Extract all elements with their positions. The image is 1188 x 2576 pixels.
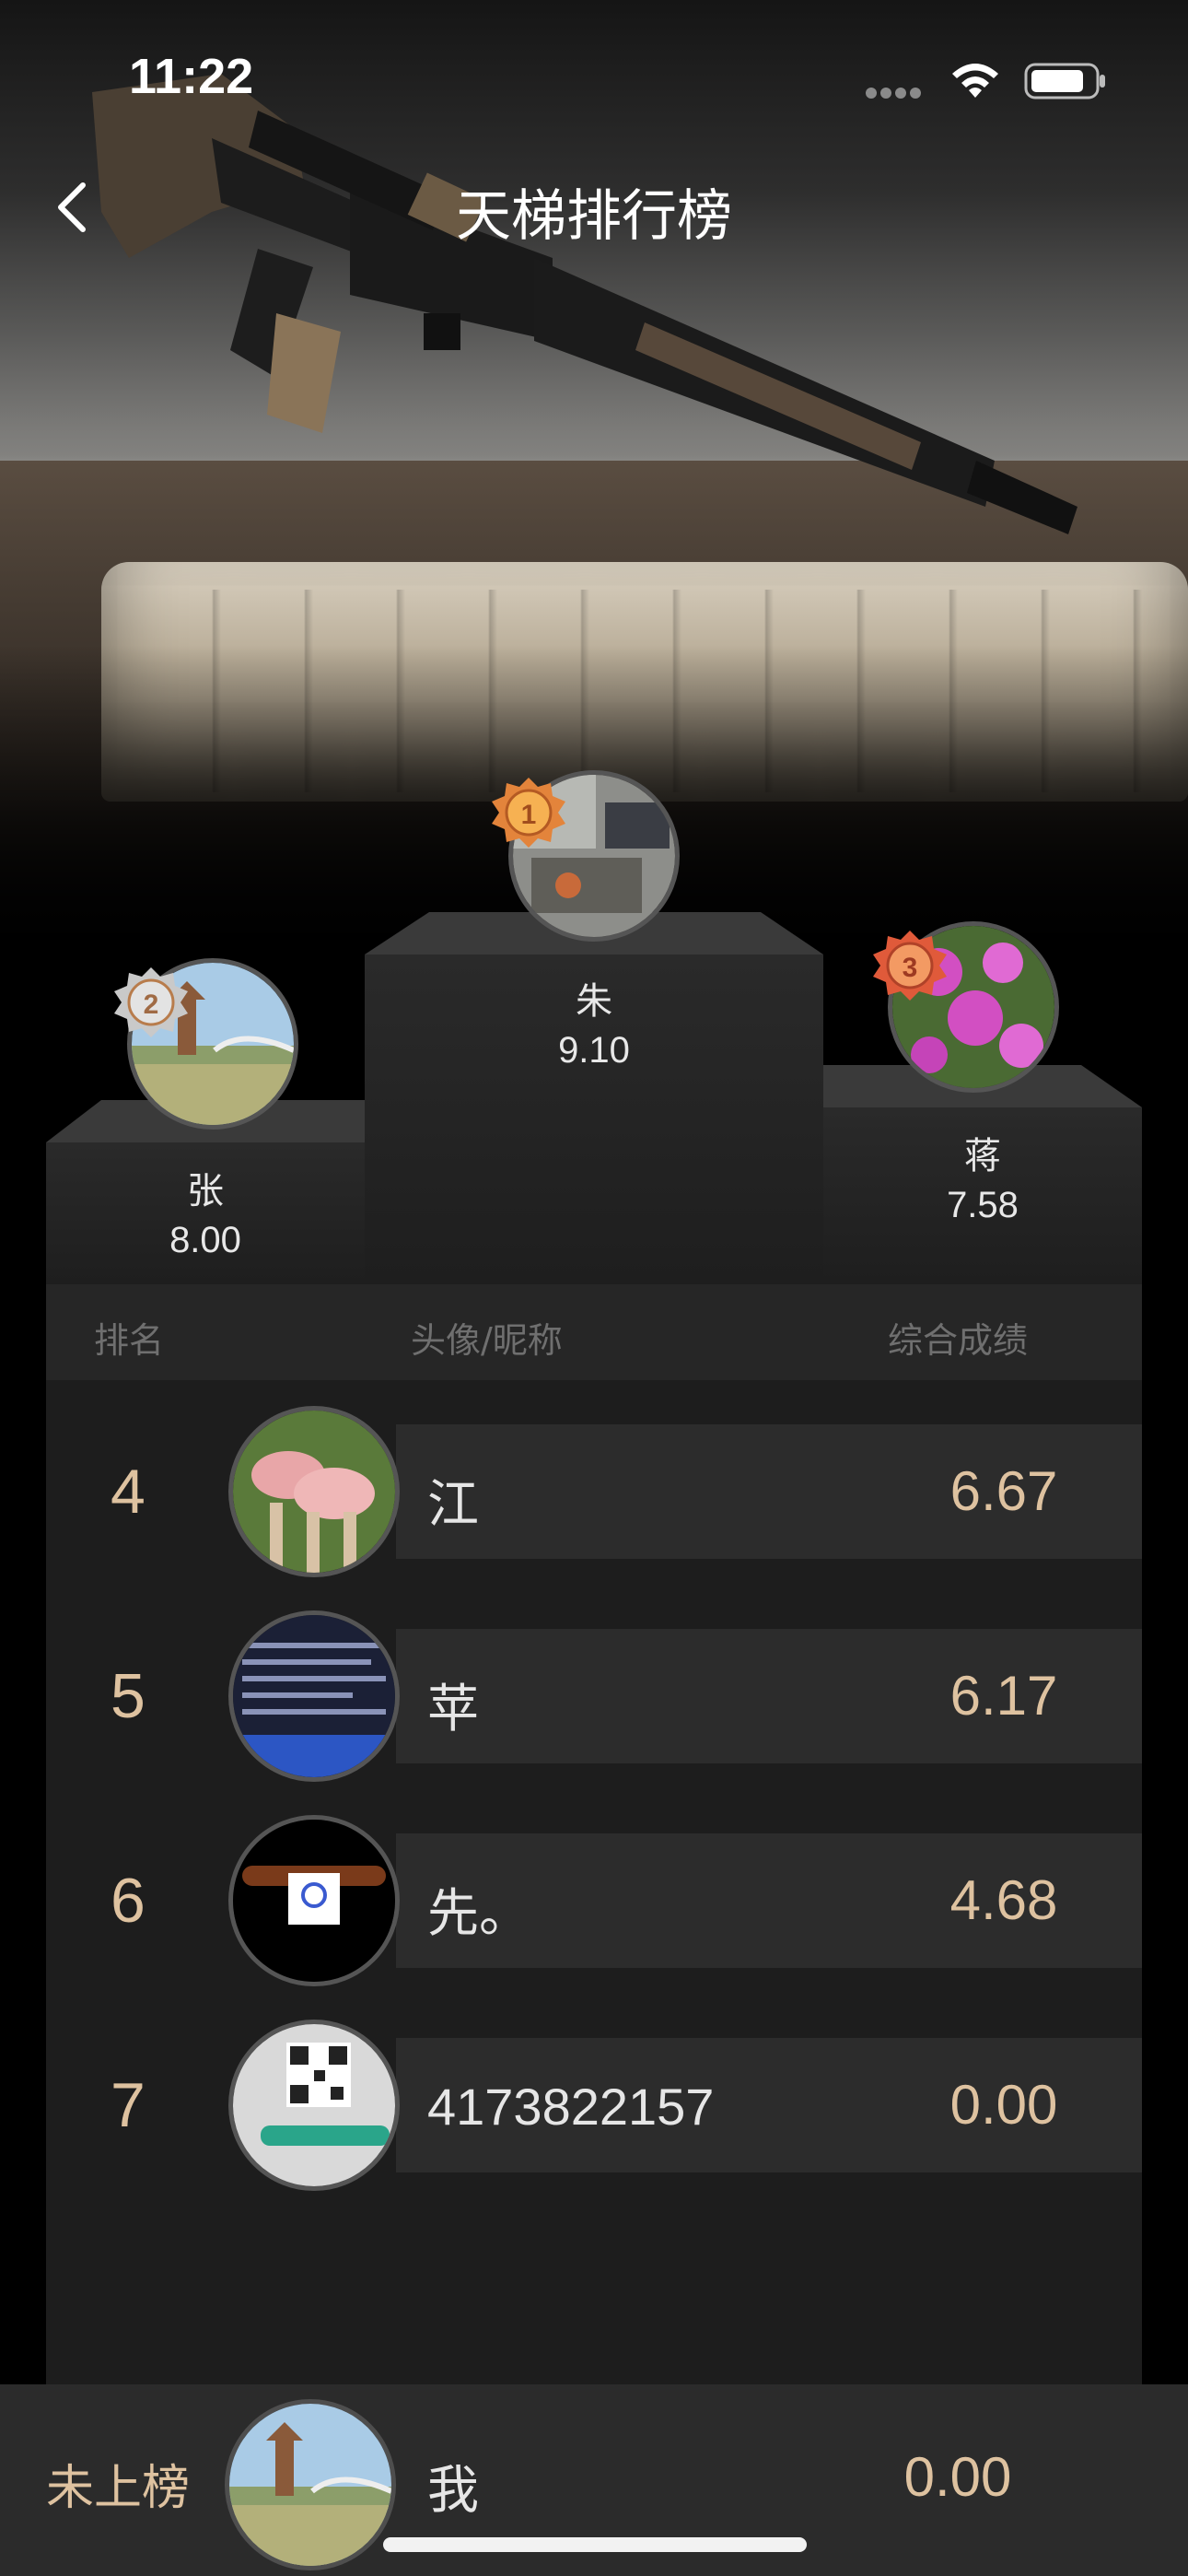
status-bar: 11:22 — [0, 0, 1188, 138]
my-score: 0.00 — [903, 2446, 1012, 2508]
svg-text:3: 3 — [903, 953, 918, 983]
rifle-image — [92, 74, 1077, 534]
avatar-image — [233, 1820, 395, 1982]
avatar-image — [233, 2024, 395, 2186]
row-score: 4.68 — [949, 1869, 1058, 1931]
row-score: 6.67 — [949, 1460, 1058, 1522]
podium-first-score: 9.10 — [558, 1030, 630, 1071]
home-indicator[interactable] — [383, 2537, 807, 2552]
avatar-image — [229, 2404, 391, 2566]
row-score: 0.00 — [949, 2074, 1058, 2136]
svg-text:1: 1 — [521, 800, 537, 830]
my-rank-label: 未上榜 — [46, 2461, 191, 2516]
row-rank: 4 — [111, 1457, 146, 1527]
column-score: 综合成绩 — [888, 1320, 1029, 1361]
battery-icon — [1024, 63, 1105, 100]
podium-first-name: 朱 — [576, 980, 612, 1023]
signal-icon — [866, 85, 930, 99]
medal-first-icon: 1 — [492, 778, 565, 848]
list-item[interactable]: 4 江 6.67 — [46, 1406, 1142, 1577]
svg-text:2: 2 — [144, 989, 159, 1020]
podium-third-name: 蒋 — [964, 1135, 1001, 1177]
avatar-image — [233, 1615, 395, 1777]
table-header: 排名 头像/昵称 综合成绩 — [46, 1284, 1142, 1380]
row-avatar[interactable] — [228, 1610, 400, 1782]
status-time: 11:22 — [129, 49, 254, 104]
podium-second-score: 8.00 — [169, 1220, 241, 1260]
row-rank: 7 — [111, 2070, 146, 2140]
my-name: 我 — [427, 2461, 479, 2521]
column-rank: 排名 — [94, 1320, 165, 1361]
row-rank: 6 — [111, 1866, 146, 1936]
podium-third-score: 7.58 — [947, 1185, 1019, 1225]
page-title: 天梯排行榜 — [456, 184, 732, 249]
row-avatar[interactable] — [228, 2020, 400, 2191]
row-name: 苹 — [427, 1680, 479, 1738]
list-item[interactable]: 5 苹 6.17 — [46, 1610, 1142, 1782]
list-item[interactable]: 7 4173822157 0.00 — [46, 2020, 1142, 2191]
row-score: 6.17 — [949, 1665, 1058, 1727]
medal-third-icon: 3 — [873, 931, 947, 1001]
avatar-image — [233, 1411, 395, 1573]
row-avatar[interactable] — [228, 1815, 400, 1986]
medal-second-icon: 2 — [114, 967, 188, 1037]
row-avatar[interactable] — [228, 1406, 400, 1577]
row-name: 江 — [427, 1475, 479, 1533]
row-rank: 5 — [111, 1661, 146, 1731]
list-item[interactable]: 6 先。 4.68 — [46, 1815, 1142, 1986]
row-name: 4173822157 — [427, 2078, 715, 2136]
wifi-icon — [952, 64, 998, 98]
row-name: 先。 — [427, 1884, 530, 1942]
column-avatar-nickname: 头像/昵称 — [411, 1320, 563, 1361]
my-avatar[interactable] — [225, 2399, 396, 2570]
podium-second-name: 张 — [187, 1170, 224, 1212]
